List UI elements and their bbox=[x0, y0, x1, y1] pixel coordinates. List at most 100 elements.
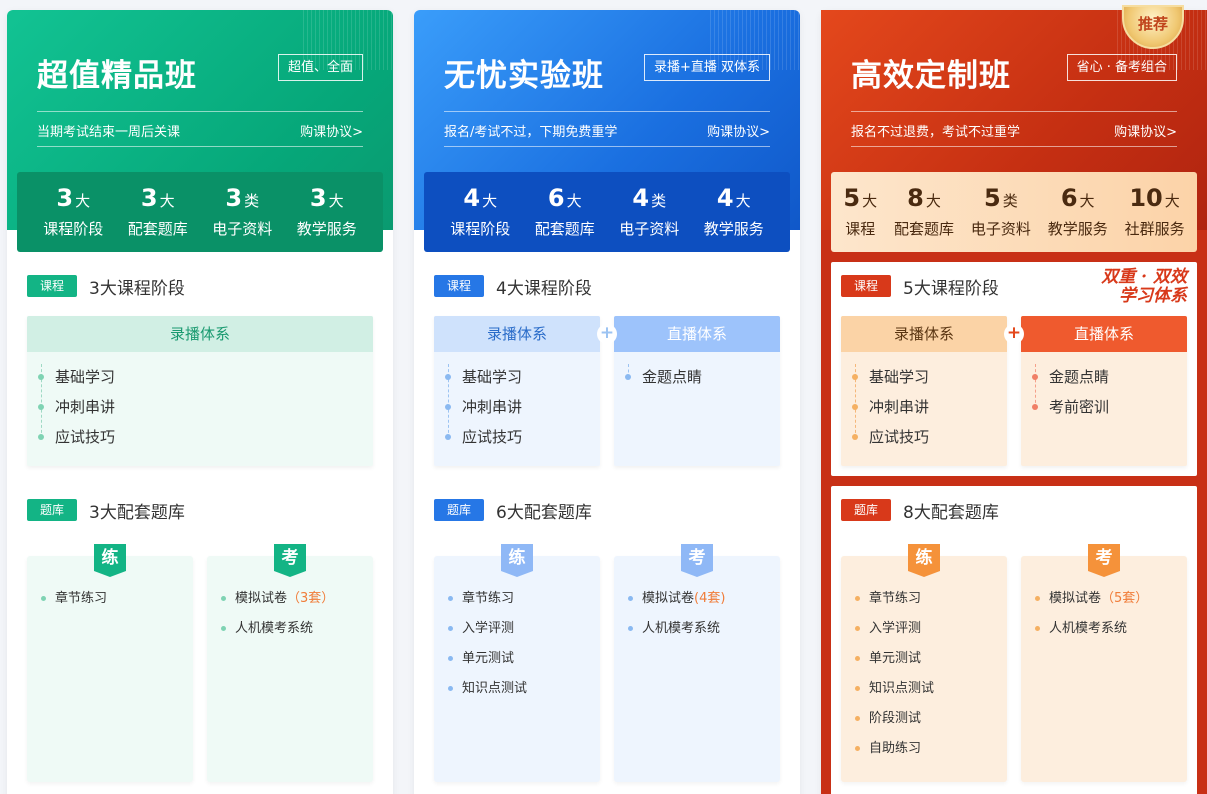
list-item: 考前密训 bbox=[1032, 392, 1187, 422]
list-item: 应试技巧 bbox=[445, 422, 600, 452]
live-system-label: 直播体系 bbox=[1021, 316, 1187, 352]
list-item: 冲刺串讲 bbox=[38, 392, 373, 422]
recorded-system-box: 录播体系 基础学习 冲刺串讲 应试技巧 bbox=[841, 316, 1007, 466]
course-section-header: 课程 4大课程阶段 bbox=[434, 274, 592, 299]
stat-item: 3大 配套题库 bbox=[128, 183, 188, 242]
stat-number: 10 bbox=[1129, 183, 1163, 212]
course-badge: 课程 bbox=[27, 275, 77, 297]
card-note: 报名/考试不过，下期免费重学 bbox=[444, 125, 618, 140]
stat-unit: 大 bbox=[925, 191, 941, 210]
stat-unit: 类 bbox=[651, 191, 667, 210]
bank-section-title: 8大配套题库 bbox=[903, 502, 999, 523]
stat-unit: 大 bbox=[1079, 191, 1095, 210]
stat-label: 课程 bbox=[845, 219, 876, 238]
list-item: 入学评测 bbox=[855, 614, 1007, 644]
stat-label: 电子资料 bbox=[970, 219, 1031, 238]
dual-system-slogan: 双重 · 双效 学习体系 bbox=[1101, 268, 1187, 306]
bank-section-title: 3大配套题库 bbox=[89, 502, 185, 523]
stat-unit: 大 bbox=[735, 191, 751, 210]
stat-item: 5大 课程 bbox=[843, 183, 877, 242]
stat-label: 配套题库 bbox=[127, 219, 188, 238]
stat-item: 4大 教学服务 bbox=[704, 183, 764, 242]
card-title: 超值精品班 bbox=[37, 58, 197, 94]
bank-badge: 题库 bbox=[841, 499, 891, 521]
stat-number: 5 bbox=[843, 183, 861, 212]
list-item: 应试技巧 bbox=[852, 422, 1007, 452]
list-item: 金题点睛 bbox=[1032, 362, 1187, 392]
stats-bar: 3大 课程阶段 3大 配套题库 3类 电子资料 3大 教学服务 bbox=[17, 172, 383, 252]
course-section-title: 4大课程阶段 bbox=[496, 278, 592, 299]
stat-number: 4 bbox=[463, 183, 481, 212]
course-badge: 课程 bbox=[434, 275, 484, 297]
stat-number: 8 bbox=[907, 183, 924, 212]
course-section-header: 课程 5大课程阶段 bbox=[841, 274, 999, 299]
card-worry-free-class: 无忧实验班 录播+直播 双体系 报名/考试不过，下期免费重学 购课协议> 4大 … bbox=[414, 10, 800, 794]
bank-panel: 题库 8大配套题库 练 章节练习 入学评测 单元测试 知识点测试 阶段测试 自助… bbox=[831, 486, 1197, 794]
practice-icon: 练 bbox=[501, 544, 533, 577]
list-item: 知识点测试 bbox=[855, 674, 1007, 704]
stat-item: 10 大 社群服务 bbox=[1125, 183, 1185, 242]
divider bbox=[37, 111, 363, 112]
exam-bank-box: 考 模拟试卷（5套） 人机模考系统 bbox=[1021, 544, 1187, 782]
exam-icon: 考 bbox=[274, 544, 306, 577]
stats-bar: 5大 课程 8大 配套题库 5类 电子资料 6大 教学服务 10 大 社群服务 bbox=[831, 172, 1197, 252]
divider bbox=[444, 146, 770, 147]
list-item: 章节练习 bbox=[448, 584, 600, 614]
list-item: 单元测试 bbox=[855, 644, 1007, 674]
stat-item: 8大 配套题库 bbox=[894, 183, 954, 242]
agreement-link[interactable]: 购课协议> bbox=[300, 121, 363, 140]
list-item: 基础学习 bbox=[445, 362, 600, 392]
stat-label: 教学服务 bbox=[296, 219, 357, 238]
stat-unit: 类 bbox=[244, 191, 260, 210]
stat-number: 5 bbox=[983, 183, 1001, 212]
stat-unit: 大 bbox=[75, 191, 91, 210]
stat-number: 3 bbox=[56, 183, 74, 212]
divider bbox=[37, 146, 363, 147]
course-section-title: 3大课程阶段 bbox=[89, 278, 185, 299]
card-note: 当期考试结束一周后关课 bbox=[37, 125, 181, 140]
stat-number: 3 bbox=[225, 183, 243, 212]
divider bbox=[851, 146, 1177, 147]
list-item: 章节练习 bbox=[41, 584, 193, 614]
stat-item: 3类 电子资料 bbox=[212, 183, 272, 242]
list-item: 基础学习 bbox=[852, 362, 1007, 392]
stat-label: 社群服务 bbox=[1124, 219, 1185, 238]
stat-unit: 大 bbox=[862, 191, 878, 210]
divider bbox=[851, 111, 1177, 112]
stat-item: 4大 课程阶段 bbox=[450, 183, 510, 242]
stat-item: 5类 电子资料 bbox=[971, 183, 1031, 242]
stat-unit: 大 bbox=[328, 191, 344, 210]
list-item: 模拟试卷（3套） bbox=[221, 584, 373, 614]
live-system-box: 直播体系 金题点睛 bbox=[614, 316, 780, 466]
card-title: 无忧实验班 bbox=[444, 58, 604, 94]
stat-item: 3大 课程阶段 bbox=[43, 183, 103, 242]
stat-number: 6 bbox=[547, 183, 565, 212]
practice-bank-box: 练 章节练习 入学评测 单元测试 知识点测试 阶段测试 自助练习 bbox=[841, 544, 1007, 782]
plus-icon: + bbox=[597, 324, 617, 344]
bank-badge: 题库 bbox=[434, 499, 484, 521]
card-tag: 超值、全面 bbox=[277, 54, 363, 81]
list-item: 自助练习 bbox=[855, 734, 1007, 764]
stat-unit: 大 bbox=[566, 191, 582, 210]
stat-label: 电子资料 bbox=[212, 219, 273, 238]
list-item: 知识点测试 bbox=[448, 674, 600, 704]
stat-label: 电子资料 bbox=[619, 219, 680, 238]
slogan-line: 学习体系 bbox=[1119, 286, 1187, 306]
practice-icon: 练 bbox=[908, 544, 940, 577]
stat-label: 课程阶段 bbox=[43, 219, 104, 238]
card-note: 报名不过退费，考试不过重学 bbox=[851, 125, 1021, 140]
stat-label: 配套题库 bbox=[534, 219, 595, 238]
live-system-label: 直播体系 bbox=[614, 316, 780, 352]
highlight-count: （3套） bbox=[287, 591, 335, 606]
stat-number: 6 bbox=[1060, 183, 1078, 212]
stat-unit: 类 bbox=[1002, 191, 1018, 210]
bank-section-header: 题库 3大配套题库 bbox=[27, 498, 185, 523]
stat-label: 教学服务 bbox=[1047, 219, 1108, 238]
exam-bank-box: 考 模拟试卷（3套） 人机模考系统 bbox=[207, 544, 373, 782]
list-item: 模拟试卷（5套） bbox=[1035, 584, 1187, 614]
exam-icon: 考 bbox=[681, 544, 713, 577]
recorded-system-box: 录播体系 基础学习 冲刺串讲 应试技巧 bbox=[434, 316, 600, 466]
list-item: 章节练习 bbox=[855, 584, 1007, 614]
agreement-link[interactable]: 购课协议> bbox=[707, 121, 770, 140]
agreement-link[interactable]: 购课协议> bbox=[1114, 121, 1177, 140]
